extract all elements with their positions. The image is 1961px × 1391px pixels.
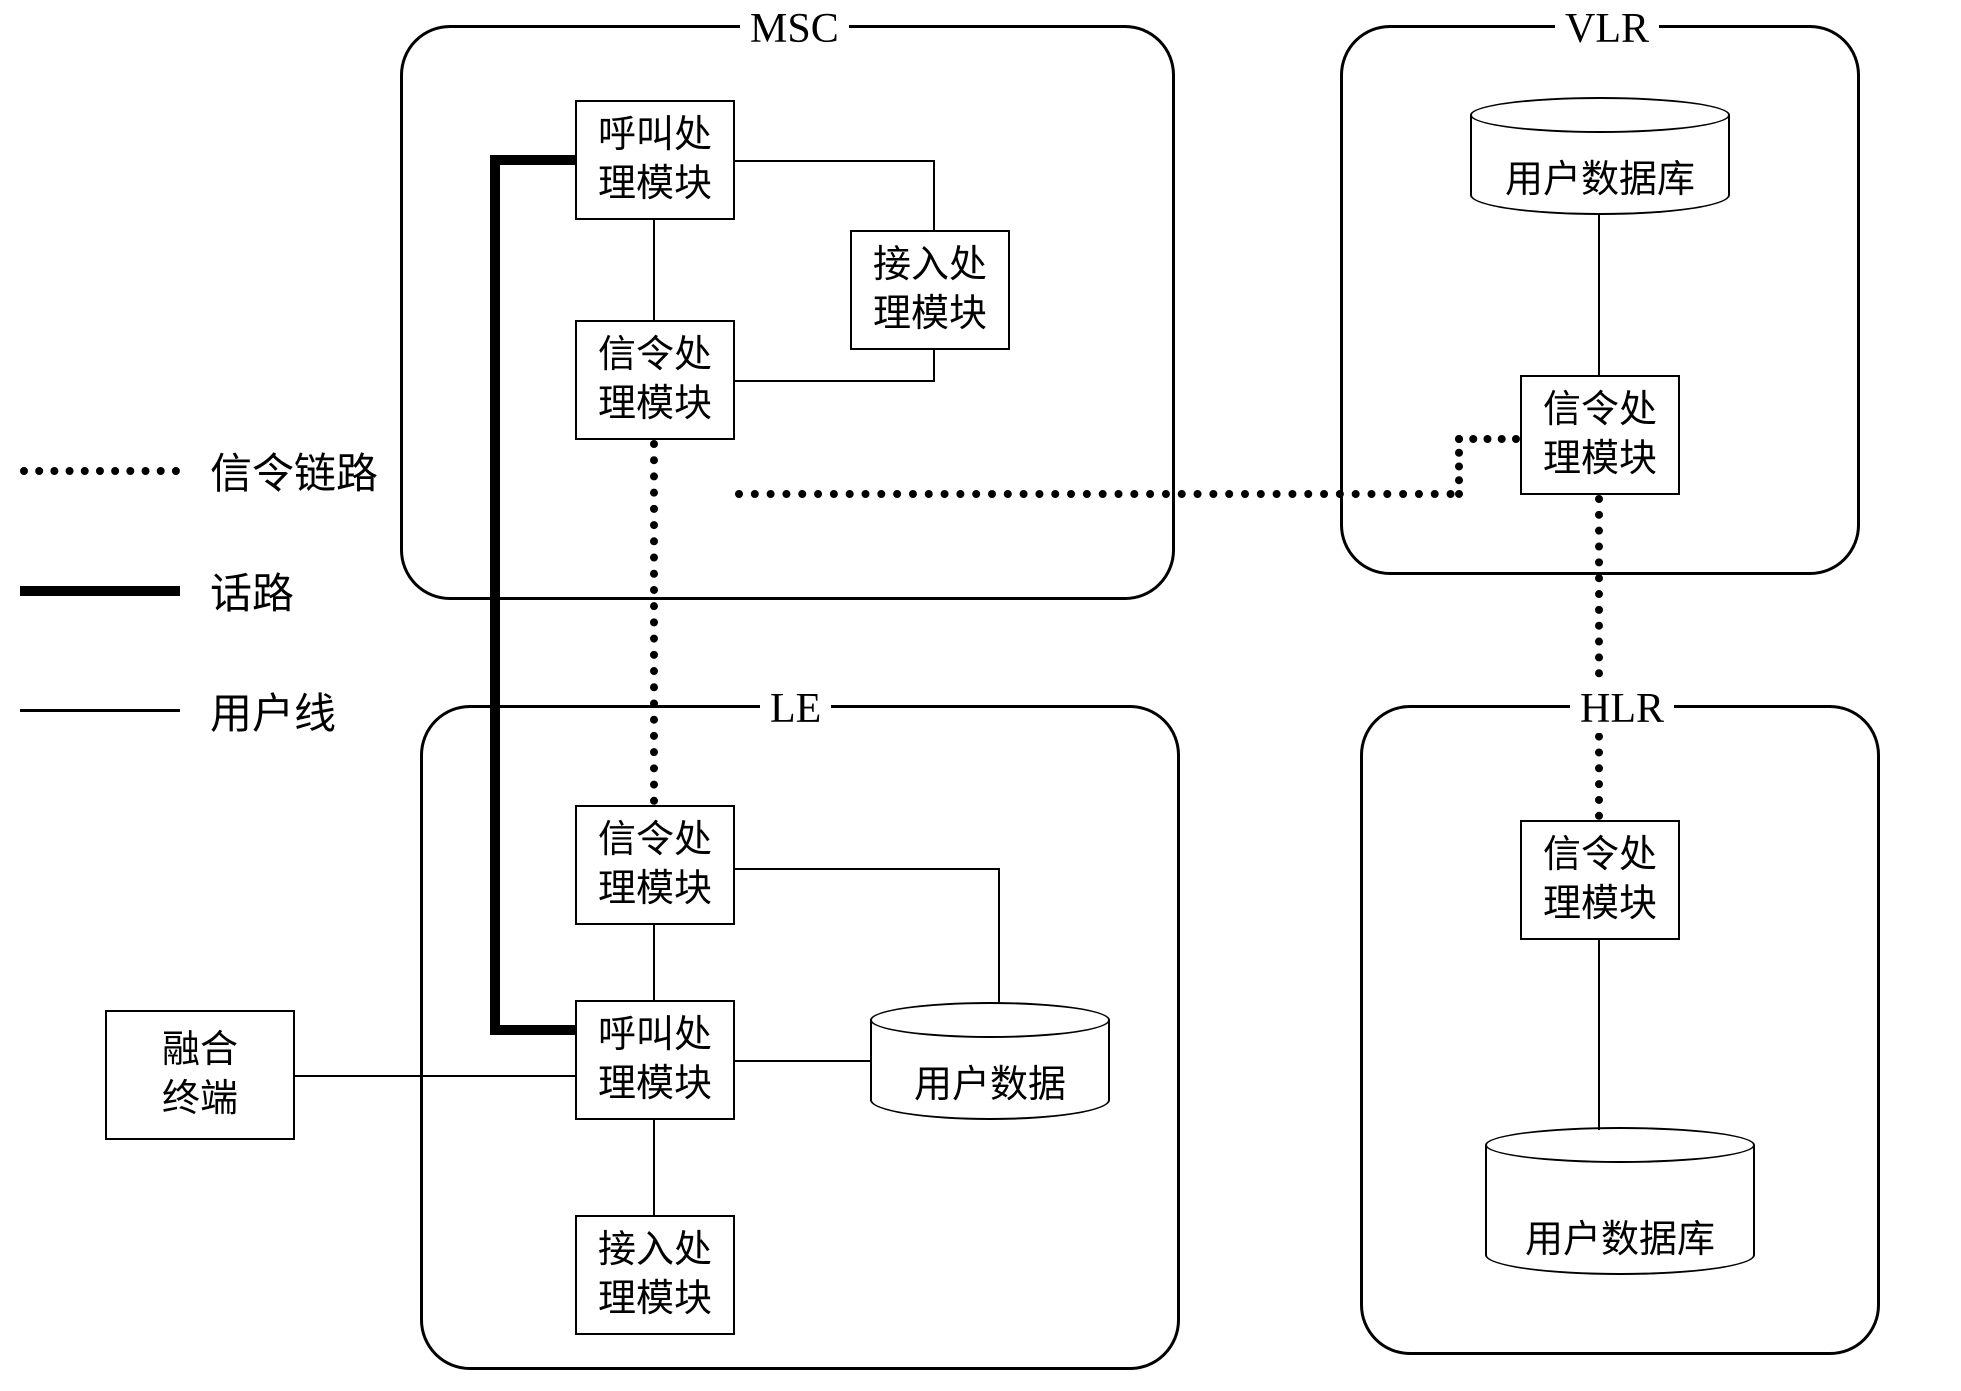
connector (735, 868, 1000, 870)
user-line-connector (295, 1075, 575, 1077)
module-label-line1: 信令处 (1543, 386, 1657, 435)
connector (933, 160, 935, 230)
module-label-line1: 呼叫处 (598, 111, 712, 160)
module-label-line2: 理模块 (598, 380, 712, 429)
voice-path-connector (490, 1025, 575, 1035)
le-signal-module: 信令处 理模块 (575, 805, 735, 925)
voice-path-connector (490, 155, 575, 165)
le-title: LE (760, 685, 831, 733)
module-label-line2: 终端 (162, 1075, 238, 1124)
dashed-line-icon (20, 467, 180, 475)
module-label-line1: 呼叫处 (598, 1011, 712, 1060)
connector (998, 868, 1000, 1003)
connector (653, 1120, 655, 1215)
msc-call-module: 呼叫处 理模块 (575, 100, 735, 220)
cylinder-label: 用户数据 (872, 1053, 1108, 1108)
le-database: 用户数据 (870, 1020, 1110, 1120)
module-label-line1: 融合 (162, 1026, 238, 1075)
connector (933, 350, 935, 382)
connector (735, 1060, 870, 1062)
module-label-line2: 理模块 (598, 1275, 712, 1324)
legend-user-line: 用户线 (20, 680, 336, 741)
connector (653, 925, 655, 1000)
legend-label: 信令链路 (210, 440, 378, 501)
module-label-line1: 信令处 (598, 816, 712, 865)
connector (1598, 215, 1600, 375)
voice-path-connector (490, 155, 500, 1035)
module-label-line1: 信令处 (1543, 831, 1657, 880)
legend-voice-path: 话路 (20, 560, 294, 621)
msc-signal-module: 信令处 理模块 (575, 320, 735, 440)
module-label-line2: 理模块 (1543, 435, 1657, 484)
connector (1598, 940, 1600, 1130)
module-label-line2: 理模块 (598, 1060, 712, 1109)
signal-link-connector (650, 440, 658, 805)
fusion-terminal: 融合 终端 (105, 1010, 295, 1140)
legend-label: 用户线 (210, 680, 336, 741)
legend-signal-link: 信令链路 (20, 440, 378, 501)
hlr-signal-module: 信令处 理模块 (1520, 820, 1680, 940)
thick-line-icon (20, 586, 180, 596)
msc-title: MSC (740, 5, 849, 53)
module-label-line2: 理模块 (598, 865, 712, 914)
cylinder-label: 用户数据库 (1487, 1208, 1753, 1263)
signal-link-connector (735, 490, 1455, 498)
msc-access-module: 接入处 理模块 (850, 230, 1010, 350)
hlr-title: HLR (1570, 685, 1674, 733)
module-label-line1: 接入处 (873, 241, 987, 290)
connector (735, 380, 935, 382)
connector (653, 220, 655, 320)
signal-link-connector (1595, 495, 1603, 820)
module-label-line1: 接入处 (598, 1226, 712, 1275)
vlr-database: 用户数据库 (1470, 115, 1730, 215)
module-label-line2: 理模块 (1543, 880, 1657, 929)
msc-container (400, 25, 1175, 600)
le-access-module: 接入处 理模块 (575, 1215, 735, 1335)
signal-link-connector (1455, 435, 1463, 498)
thin-line-icon (20, 709, 180, 712)
module-label-line1: 信令处 (598, 331, 712, 380)
module-label-line2: 理模块 (873, 290, 987, 339)
signal-link-connector (1455, 435, 1520, 443)
legend-label: 话路 (210, 560, 294, 621)
le-call-module: 呼叫处 理模块 (575, 1000, 735, 1120)
connector (735, 160, 935, 162)
module-label-line2: 理模块 (598, 160, 712, 209)
cylinder-label: 用户数据库 (1472, 148, 1728, 203)
vlr-signal-module: 信令处 理模块 (1520, 375, 1680, 495)
hlr-database: 用户数据库 (1485, 1145, 1755, 1275)
vlr-title: VLR (1555, 5, 1659, 53)
